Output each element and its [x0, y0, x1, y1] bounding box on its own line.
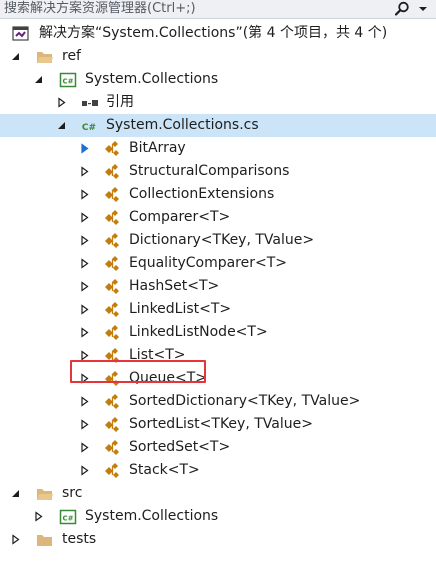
expanded-arrow-icon[interactable]	[10, 488, 21, 499]
tree-row-class[interactable]: CollectionExtensions	[0, 183, 436, 206]
class-icon	[105, 141, 119, 156]
class-label: HashSet<T>	[129, 278, 220, 294]
project-label: System.Collections	[85, 71, 219, 87]
highlight-box	[70, 360, 206, 383]
tree-row-class[interactable]: Queue<T>	[0, 367, 436, 390]
class-label: BitArray	[129, 140, 186, 156]
search-icon[interactable]	[394, 1, 410, 17]
tree-row-src-folder[interactable]: src	[0, 482, 436, 505]
expanded-arrow-icon[interactable]	[56, 120, 67, 131]
tree-row-class[interactable]: Dictionary<TKey, TValue>	[0, 229, 436, 252]
tree-row-tests-folder[interactable]: tests	[0, 528, 436, 551]
solution-label: 解决方案“System.Collections”(第 4 个项目，共 4 个)	[39, 25, 388, 41]
tree-row-cs-file[interactable]: C# System.Collections.cs	[0, 114, 436, 137]
collapsed-arrow-icon[interactable]	[33, 511, 44, 522]
class-label: LinkedListNode<T>	[129, 324, 268, 340]
collapsed-arrow-icon[interactable]	[56, 97, 67, 108]
folder-open-icon	[37, 489, 53, 500]
class-label: LinkedList<T>	[129, 301, 232, 317]
class-label: EqualityComparer<T>	[129, 255, 288, 271]
class-icon	[105, 440, 119, 455]
tree-row-class[interactable]: EqualityComparer<T>	[0, 252, 436, 275]
collapsed-arrow-icon[interactable]	[79, 143, 90, 154]
folder-label: src	[62, 485, 83, 501]
tree-row-class[interactable]: SortedList<TKey, TValue>	[0, 413, 436, 436]
class-icon	[105, 279, 119, 294]
references-label: 引用	[106, 94, 134, 110]
search-placeholder: 搜索解决方案资源管理器(Ctrl+;)	[4, 1, 196, 16]
tree-row-class[interactable]: Comparer<T>	[0, 206, 436, 229]
tree-row-class[interactable]: LinkedListNode<T>	[0, 321, 436, 344]
collapsed-arrow-icon[interactable]	[79, 235, 90, 246]
collapsed-arrow-icon[interactable]	[79, 419, 90, 430]
project-label: System.Collections	[85, 508, 219, 524]
tree-row-class[interactable]: SortedSet<T>	[0, 436, 436, 459]
collapsed-arrow-icon[interactable]	[79, 258, 90, 269]
folder-open-icon	[37, 52, 53, 63]
class-icon	[105, 394, 119, 409]
class-label: Comparer<T>	[129, 209, 231, 225]
solution-explorer-search[interactable]: 搜索解决方案资源管理器(Ctrl+;)	[0, 0, 436, 19]
folder-label: tests	[62, 531, 97, 547]
svg-text:C#: C#	[62, 515, 73, 523]
csharp-project-icon: C#	[59, 72, 77, 88]
class-icon	[105, 463, 119, 478]
class-icon	[105, 417, 119, 432]
tree-row-ref-folder[interactable]: ref	[0, 45, 436, 68]
class-label: SortedSet<T>	[129, 439, 231, 455]
class-icon	[105, 302, 119, 317]
solution-icon	[12, 26, 29, 41]
collapsed-arrow-icon[interactable]	[79, 189, 90, 200]
file-label: System.Collections.cs	[106, 117, 259, 133]
folder-icon	[37, 535, 52, 546]
class-label: StructuralComparisons	[129, 163, 290, 179]
expanded-arrow-icon[interactable]	[33, 74, 44, 85]
tree-row-class[interactable]: List<T>	[0, 344, 436, 367]
class-icon	[105, 256, 119, 271]
class-label: Stack<T>	[129, 462, 200, 478]
collapsed-arrow-icon[interactable]	[10, 534, 21, 545]
tree-row-class[interactable]: LinkedList<T>	[0, 298, 436, 321]
references-icon	[82, 100, 98, 106]
tree-row-class[interactable]: HashSet<T>	[0, 275, 436, 298]
collapsed-arrow-icon[interactable]	[79, 442, 90, 453]
collapsed-arrow-icon[interactable]	[79, 304, 90, 315]
tree-row-src-project[interactable]: C# System.Collections	[0, 505, 436, 528]
class-icon	[105, 233, 119, 248]
tree-row-class[interactable]: Stack<T>	[0, 459, 436, 482]
collapsed-arrow-icon[interactable]	[79, 166, 90, 177]
tree-row-ref-project[interactable]: C# System.Collections	[0, 68, 436, 91]
tree-row-solution[interactable]: 解决方案“System.Collections”(第 4 个项目，共 4 个)	[0, 22, 436, 45]
collapsed-arrow-icon[interactable]	[79, 212, 90, 223]
folder-label: ref	[62, 48, 81, 64]
expanded-arrow-icon[interactable]	[10, 51, 21, 62]
class-icon	[105, 325, 119, 340]
tree-row-references[interactable]: 引用	[0, 91, 436, 114]
svg-text:C#: C#	[62, 78, 73, 86]
collapsed-arrow-icon[interactable]	[79, 327, 90, 338]
tree-row-class[interactable]: SortedDictionary<TKey, TValue>	[0, 390, 436, 413]
collapsed-arrow-icon[interactable]	[79, 281, 90, 292]
collapsed-arrow-icon[interactable]	[79, 396, 90, 407]
svg-text:C#: C#	[82, 123, 96, 133]
chevron-down-icon[interactable]	[418, 4, 428, 14]
class-icon	[105, 164, 119, 179]
class-icon	[105, 210, 119, 225]
csharp-file-icon: C#	[82, 123, 96, 133]
class-label: Dictionary<TKey, TValue>	[129, 232, 315, 248]
class-label: SortedList<TKey, TValue>	[129, 416, 313, 432]
tree-row-class[interactable]: BitArray	[0, 137, 436, 160]
collapsed-arrow-icon[interactable]	[79, 465, 90, 476]
class-label: CollectionExtensions	[129, 186, 275, 202]
class-icon	[105, 187, 119, 202]
csharp-project-icon: C#	[59, 509, 77, 525]
tree-row-class[interactable]: StructuralComparisons	[0, 160, 436, 183]
class-label: SortedDictionary<TKey, TValue>	[129, 393, 361, 409]
